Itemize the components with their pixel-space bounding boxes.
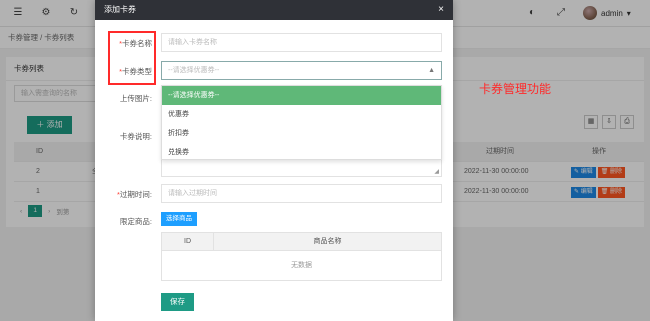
column-header: ID <box>162 233 214 251</box>
select-value: --请选择优惠券-- <box>168 67 220 74</box>
save-button[interactable]: 保存 <box>161 293 194 311</box>
dropdown-option[interactable]: --请选择优惠券-- <box>162 86 441 105</box>
card-type-select[interactable]: --请选择优惠券-- ▲ <box>161 61 442 80</box>
goods-table: ID 商品名称 无数据 <box>161 232 442 281</box>
annotation-text: 卡券管理功能 <box>479 82 552 96</box>
modal-title: 添加卡券 <box>104 5 136 14</box>
dropdown-option[interactable]: 折扣券 <box>162 124 441 143</box>
description-label: 卡券说明: <box>119 132 152 141</box>
type-label: *卡券类型 <box>119 67 152 76</box>
goods-label: 限定商品: <box>119 217 152 226</box>
expire-label: *过期时间: <box>116 190 152 199</box>
chevron-up-icon: ▲ <box>428 67 435 74</box>
empty-state: 无数据 <box>291 262 312 269</box>
expire-input[interactable]: 请输入过期时间 <box>161 184 442 203</box>
modal-header: 添加卡券 × <box>95 0 453 20</box>
dropdown-option[interactable]: 优惠券 <box>162 105 441 124</box>
upload-label: 上传图片: <box>119 94 152 103</box>
goods-table-header: ID 商品名称 <box>162 233 441 251</box>
choose-goods-button[interactable]: 选择商品 <box>161 212 197 226</box>
type-dropdown: --请选择优惠券-- 优惠券 折扣券 兑换券 <box>161 85 442 160</box>
column-header: 商品名称 <box>313 238 342 245</box>
resize-handle-icon[interactable]: ◢ <box>434 168 439 175</box>
close-icon[interactable]: × <box>438 0 444 20</box>
dropdown-option[interactable]: 兑换券 <box>162 143 441 162</box>
card-name-input[interactable]: 请输入卡券名称 <box>161 33 442 52</box>
add-card-modal: 添加卡券 × *卡券名称 请输入卡券名称 *卡券类型 --请选择优惠券-- ▲ … <box>95 0 453 321</box>
name-label: *卡券名称 <box>119 39 152 48</box>
